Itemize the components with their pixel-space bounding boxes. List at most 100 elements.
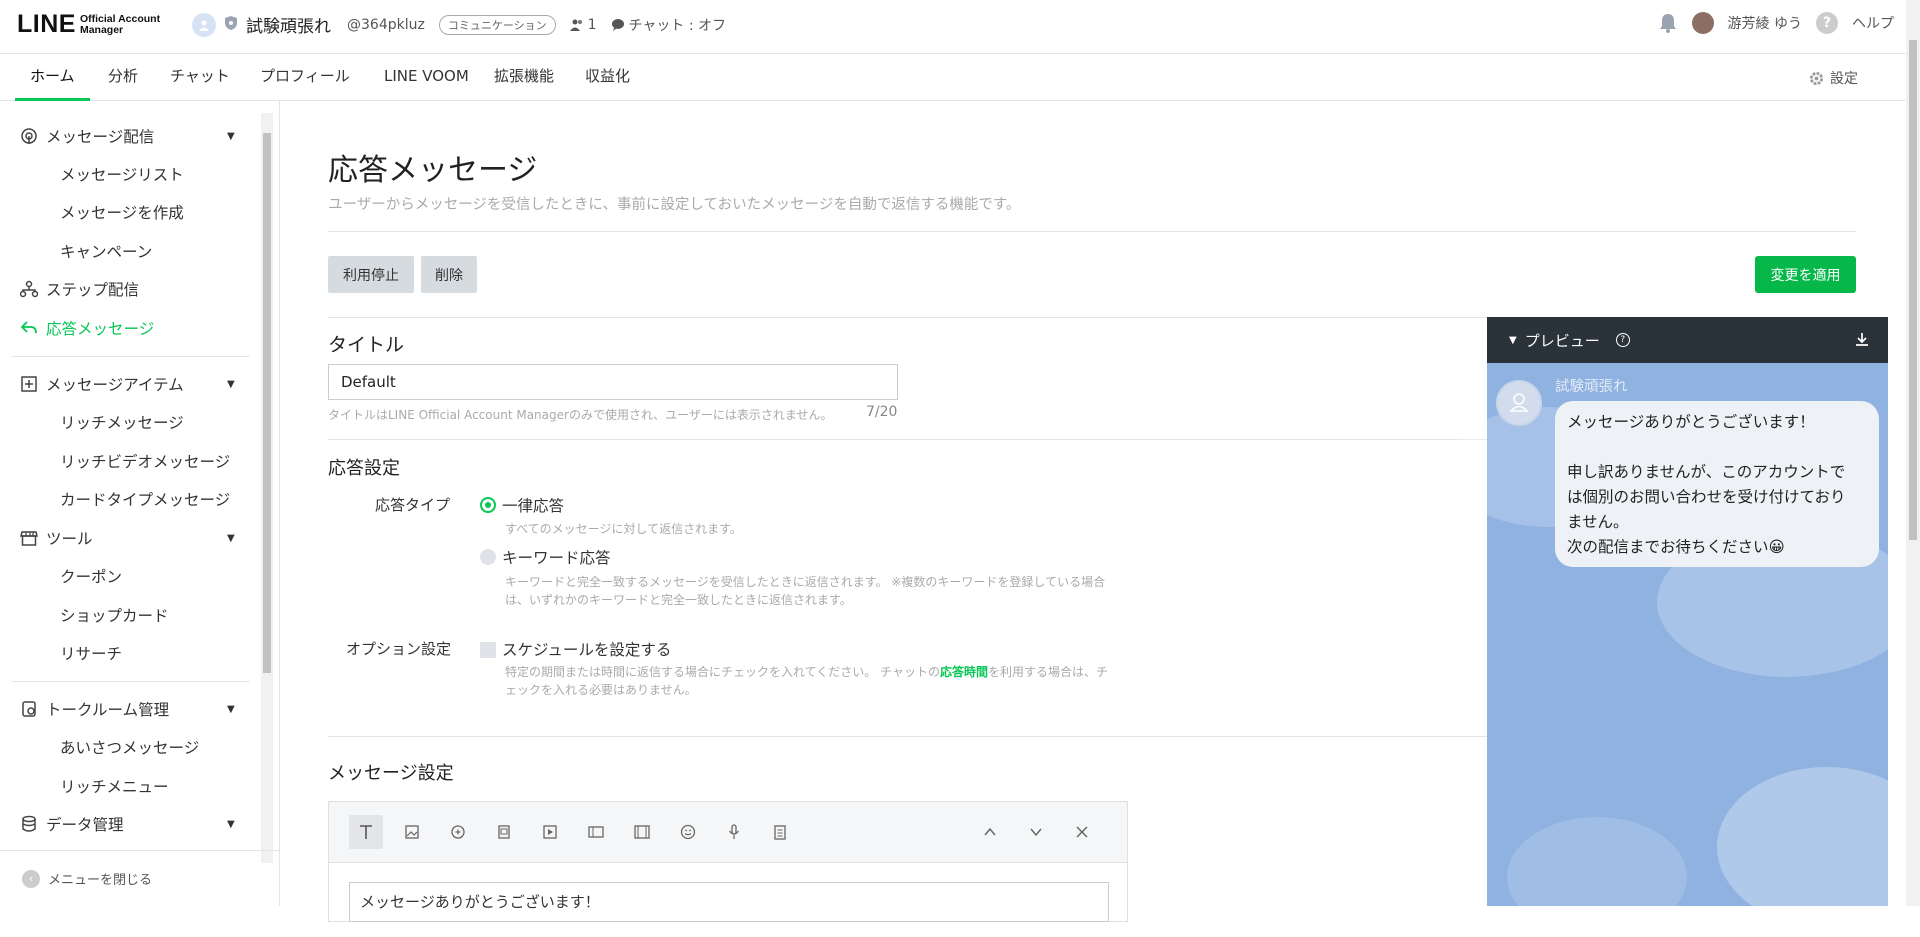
sidebar-item-campaign[interactable]: キャンペーン: [60, 240, 152, 262]
page-scrollbar[interactable]: [1906, 0, 1920, 906]
tab-line-voom[interactable]: LINE VOOM: [384, 54, 469, 101]
title-input[interactable]: Default: [328, 364, 898, 400]
reply-arrow-icon: [20, 319, 38, 337]
clipboard-icon[interactable]: [763, 815, 797, 849]
scrollbar-thumb[interactable]: [263, 133, 271, 673]
microphone-icon[interactable]: [717, 815, 751, 849]
message-settings-heading: メッセージ設定: [328, 763, 454, 784]
sidebar-scrollbar[interactable]: [261, 113, 273, 863]
shop-icon: [20, 529, 38, 547]
notification-bell-icon[interactable]: [1658, 12, 1678, 34]
chevron-down-icon[interactable]: ▼: [227, 704, 235, 715]
coupon-icon[interactable]: [487, 815, 521, 849]
settings-link[interactable]: 設定: [1809, 68, 1858, 88]
chevron-down-icon[interactable]: ▼: [227, 131, 235, 142]
schedule-hint-1: 特定の期間または時間に返信する場合にチェックを入れてください。 チャットの応答時…: [505, 665, 1109, 679]
page-title: 応答メッセージ: [328, 153, 538, 188]
top-header: LINE Official Account Manager 試験頑張れ @364p…: [0, 0, 1920, 54]
sidebar-divider: [12, 356, 250, 357]
tab-extensions[interactable]: 拡張機能: [494, 54, 554, 101]
radio-keyword-reply[interactable]: [480, 549, 496, 565]
sidebar-item-message-list[interactable]: メッセージリスト: [60, 163, 184, 185]
account-category-tag: コミュニケーション: [438, 14, 556, 35]
header-right: 游芳綾 ゆう ? ヘルプ: [1658, 12, 1894, 34]
database-icon: [20, 815, 38, 833]
text-type-icon[interactable]: [349, 815, 383, 849]
preview-header[interactable]: ▼ プレビュー ?: [1487, 317, 1888, 363]
sidebar-item-step-delivery[interactable]: ステップ配信: [19, 278, 139, 300]
sidebar-item-card-message[interactable]: カードタイプメッセージ: [60, 488, 230, 510]
card-message-icon[interactable]: [579, 815, 613, 849]
sidebar-item-rich-menu[interactable]: リッチメニュー: [60, 775, 169, 797]
option-settings-label: オプション設定: [346, 640, 452, 658]
chevron-up-icon[interactable]: [973, 815, 1007, 849]
account-avatar[interactable]: [192, 12, 216, 37]
title-hint: タイトルはLINE Official Account Managerのみで使用さ…: [328, 408, 833, 422]
user-name[interactable]: 游芳綾 ゆう: [1728, 13, 1802, 33]
sidebar-item-greeting[interactable]: あいさつメッセージ: [60, 736, 199, 758]
tab-home[interactable]: ホーム: [15, 54, 90, 101]
help-icon[interactable]: ?: [1816, 12, 1838, 34]
line-oa-logo[interactable]: LINE Official Account Manager: [17, 10, 160, 39]
chevron-down-icon[interactable]: ▼: [227, 533, 235, 544]
sender-name: 試験頑張れ: [1555, 379, 1628, 395]
radio-uniform-reply[interactable]: [480, 497, 496, 513]
sidebar-item-shop-card[interactable]: ショップカード: [60, 604, 169, 626]
schedule-hint-2: ェックを入れる必要はありません。: [505, 683, 697, 697]
talkroom-icon: [20, 700, 38, 718]
hierarchy-icon: [19, 280, 39, 298]
sidebar-item-research[interactable]: リサーチ: [60, 642, 122, 664]
tab-analytics[interactable]: 分析: [108, 54, 138, 101]
sidebar-item-create-message[interactable]: メッセージを作成: [60, 201, 184, 223]
download-icon[interactable]: [1854, 331, 1870, 347]
chat-bubble-icon: [611, 18, 624, 31]
chevron-left-icon: ‹: [22, 869, 40, 888]
sender-avatar: [1496, 380, 1542, 426]
sidebar-item-talkroom[interactable]: トークルーム管理: [20, 698, 169, 720]
keyword-reply-hint-1: キーワードと完全一致するメッセージを受信したときに返信されます。 ※複数のキーワ…: [505, 575, 1106, 589]
chevron-down-icon[interactable]: ▼: [227, 819, 235, 830]
schedule-label[interactable]: スケジュールを設定する: [502, 638, 671, 660]
sidebar: メッセージ配信 ▼ メッセージリスト メッセージを作成 キャンペーン ステップ配…: [0, 101, 280, 906]
video-icon[interactable]: [533, 815, 567, 849]
title-char-counter: 7/20: [866, 404, 898, 420]
sidebar-item-data-management[interactable]: データ管理: [20, 813, 124, 835]
divider: [328, 231, 1856, 232]
close-icon[interactable]: [1065, 815, 1099, 849]
scrollbar-thumb[interactable]: [1909, 40, 1917, 540]
message-text-input[interactable]: メッセージありがとうございます！: [349, 882, 1109, 922]
tab-chat[interactable]: チャット: [170, 54, 230, 101]
question-icon[interactable]: ?: [1615, 333, 1630, 347]
account-name[interactable]: 試験頑張れ: [246, 12, 331, 37]
tab-profile[interactable]: プロフィール: [260, 54, 350, 101]
delete-button[interactable]: 削除: [421, 256, 477, 293]
sidebar-item-auto-reply[interactable]: 応答メッセージ: [20, 317, 154, 339]
schedule-checkbox[interactable]: [480, 642, 496, 658]
user-avatar[interactable]: [1691, 12, 1714, 34]
chevron-down-icon[interactable]: ▼: [227, 379, 235, 390]
sticker-icon[interactable]: [441, 815, 475, 849]
sidebar-item-rich-video[interactable]: リッチビデオメッセージ: [60, 450, 230, 472]
reply-type-label: 応答タイプ: [375, 496, 451, 514]
uniform-reply-label[interactable]: 一律応答: [502, 494, 564, 516]
tab-monetization[interactable]: 収益化: [585, 54, 630, 101]
chevron-down-icon[interactable]: [1019, 815, 1053, 849]
sidebar-item-coupon[interactable]: クーポン: [60, 565, 122, 587]
emoji-icon[interactable]: [671, 815, 705, 849]
apply-changes-button[interactable]: 変更を適用: [1755, 256, 1856, 293]
message-editor: メッセージありがとうございます！: [328, 862, 1128, 922]
sidebar-item-message-items[interactable]: メッセージアイテム: [20, 373, 184, 395]
help-link[interactable]: ヘルプ: [1852, 13, 1894, 33]
sidebar-item-rich-message[interactable]: リッチメッセージ: [60, 411, 184, 433]
keyword-reply-label[interactable]: キーワード応答: [502, 546, 611, 568]
message-type-toolbar: [328, 801, 1128, 863]
pause-button[interactable]: 利用停止: [328, 256, 414, 293]
close-menu-button[interactable]: ‹ メニューを閉じる: [0, 850, 280, 906]
rich-video-icon[interactable]: [625, 815, 659, 849]
image-icon[interactable]: [395, 815, 429, 849]
sidebar-item-tools[interactable]: ツール: [20, 527, 93, 549]
sidebar-item-message-delivery[interactable]: メッセージ配信: [20, 125, 154, 147]
verified-shield-icon: [224, 15, 238, 35]
response-time-link[interactable]: 応答時間: [940, 665, 988, 679]
broadcast-icon: [20, 127, 38, 145]
